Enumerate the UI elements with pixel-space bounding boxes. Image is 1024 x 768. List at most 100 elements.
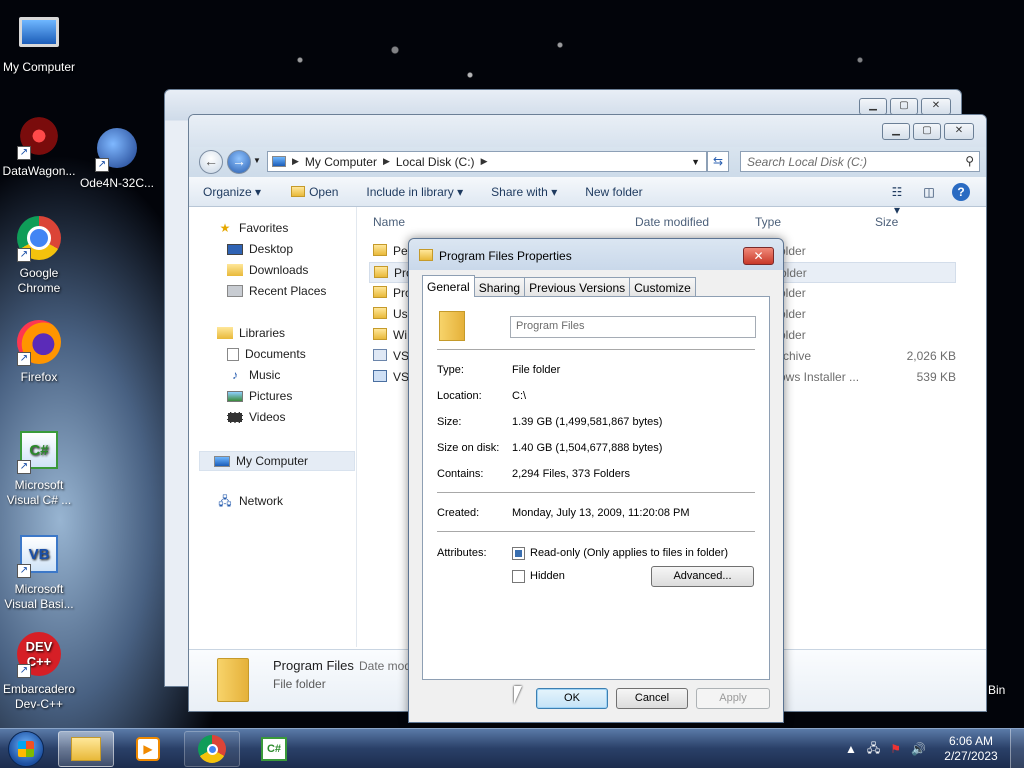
desktop-icon-label: DataWagon... [2, 164, 76, 178]
preview-pane-icon[interactable]: ◫ [920, 183, 938, 201]
type-label: Type: [437, 364, 464, 376]
new-folder-button[interactable]: New folder [585, 185, 642, 199]
close-button[interactable]: ✕ [944, 123, 974, 140]
desktop-icon-datawagon[interactable]: ↗ DataWagon... [0, 112, 78, 179]
cancel-button[interactable]: Cancel [616, 688, 688, 709]
nav-favorites[interactable]: ★ Favorites [217, 221, 289, 235]
tab-general[interactable]: General [422, 275, 475, 297]
desktop-icon-ode[interactable]: ↗ Ode4N-32C... [78, 124, 156, 191]
desktop-icon-visual-basic[interactable]: VB ↗ Microsoft Visual Basi... [0, 530, 78, 612]
readonly-checkbox[interactable] [512, 547, 525, 560]
clock[interactable]: 6:06 AM 2/27/2023 [936, 734, 1006, 764]
computer-icon [214, 455, 230, 467]
minimize-button[interactable]: ▁ [882, 123, 910, 140]
refresh-button[interactable]: ⇆ [707, 151, 729, 172]
desktop-icon-label: Ode4N-32C... [79, 176, 155, 190]
organize-button[interactable]: Organize ▾ [203, 185, 261, 199]
taskbar-chrome[interactable] [184, 731, 240, 767]
size-label: Size: [437, 416, 462, 428]
open-button[interactable]: Open [291, 185, 338, 199]
nav-music[interactable]: ♪ Music [227, 368, 280, 382]
forward-arrow-icon: → [232, 153, 246, 169]
maximize-button[interactable]: ▢ [890, 98, 918, 115]
properties-dialog[interactable]: Program Files Properties ✕ General Shari… [408, 238, 784, 723]
hidden-label[interactable]: Hidden [530, 570, 565, 582]
dialog-close-button[interactable]: ✕ [743, 247, 774, 265]
search-icon: ⚲ [965, 154, 974, 168]
explorer-title-bar[interactable]: ▁ ▢ ✕ [189, 115, 986, 147]
include-in-library-button[interactable]: Include in library ▾ [366, 185, 463, 199]
desktop-icon-firefox[interactable]: ↗ Firefox [0, 318, 78, 385]
nav-downloads[interactable]: Downloads [227, 263, 308, 277]
search-placeholder: Search Local Disk (C:) [747, 155, 868, 169]
attributes-label: Attributes: [437, 547, 487, 559]
volume-icon[interactable]: 🔊 [911, 742, 926, 756]
general-tab-panel: Program Files Type: File folder Location… [422, 296, 770, 680]
network-status-icon[interactable]: 🖧 [867, 739, 880, 760]
chrome-icon: ↗ [15, 214, 63, 262]
desktop-icon-devcpp[interactable]: DEV C++ ↗ Embarcadero Dev-C++ [0, 630, 78, 712]
taskbar-visual-csharp[interactable]: C# [246, 731, 302, 767]
tab-previous-versions[interactable]: Previous Versions [524, 277, 631, 297]
desktop-icon-label: Google Chrome [17, 266, 61, 295]
show-desktop-button[interactable] [1010, 729, 1024, 768]
separator [437, 531, 755, 532]
folder-open-icon [291, 185, 306, 197]
nav-pictures[interactable]: Pictures [227, 389, 292, 403]
archive-file-icon [373, 349, 387, 361]
column-header-date-modified[interactable]: Date modified [635, 215, 709, 229]
pictures-icon [227, 390, 243, 402]
desktop-icon-visual-csharp[interactable]: C# ↗ Microsoft Visual C# ... [0, 426, 78, 508]
details-type: File folder [273, 677, 326, 691]
back-button[interactable]: ← [199, 150, 223, 174]
view-options-icon[interactable]: ☷ ▾ [888, 183, 906, 217]
tab-sharing[interactable]: Sharing [473, 277, 526, 297]
minimize-button[interactable]: ▁ [859, 98, 887, 115]
type-value: File folder [512, 364, 561, 376]
taskbar-media-player[interactable]: ▶ [120, 731, 176, 767]
tab-customize[interactable]: Customize [629, 277, 696, 297]
desktop-icon-label: Microsoft Visual Basi... [4, 582, 74, 611]
breadcrumb-my-computer[interactable]: My Computer [305, 155, 377, 169]
devcpp-icon: DEV C++ ↗ [15, 630, 63, 678]
address-row: ← → ▼ ▶ My Computer ▶ Local Disk (C:) ▶ … [189, 147, 986, 177]
recent-pages-chevron-icon[interactable]: ▼ [253, 156, 261, 165]
column-header-size[interactable]: Size [875, 215, 898, 229]
desktop-icon-chrome[interactable]: ↗ Google Chrome [0, 214, 78, 296]
desktop-icon-label: My Computer [2, 60, 76, 74]
nav-desktop[interactable]: Desktop [227, 242, 293, 256]
nav-recent-places[interactable]: Recent Places [227, 284, 326, 298]
start-button[interactable] [8, 731, 44, 767]
taskbar-explorer[interactable] [58, 731, 114, 767]
address-dropdown-icon[interactable]: ▼ [691, 157, 700, 167]
dialog-title-bar[interactable]: Program Files Properties ✕ [409, 239, 783, 270]
details-name: Program Files [273, 658, 354, 673]
search-input[interactable]: Search Local Disk (C:) ⚲ [740, 151, 980, 172]
nav-libraries[interactable]: Libraries [217, 326, 285, 340]
firefox-icon: ↗ [15, 318, 63, 366]
desktop-icon-my-computer[interactable]: My Computer [0, 8, 78, 75]
nav-videos[interactable]: Videos [227, 410, 285, 424]
close-button[interactable]: ✕ [921, 98, 951, 115]
action-center-flag-icon[interactable]: ⚑ [890, 742, 901, 756]
nav-my-computer[interactable]: My Computer [199, 451, 355, 471]
forward-button[interactable]: → [227, 150, 251, 174]
share-with-button[interactable]: Share with ▾ [491, 185, 557, 199]
show-hidden-icons-icon[interactable]: ▲ [845, 742, 857, 756]
apply-button[interactable]: Apply [696, 688, 770, 709]
ok-button[interactable]: OK [536, 688, 608, 709]
nav-network[interactable]: 🖧 Network [217, 494, 283, 508]
column-header-type[interactable]: Type [755, 215, 781, 229]
breadcrumb-local-disk[interactable]: Local Disk (C:) [396, 155, 475, 169]
help-icon[interactable]: ? [952, 183, 970, 201]
nav-documents[interactable]: Documents [227, 347, 306, 361]
advanced-button[interactable]: Advanced... [651, 566, 754, 587]
music-note-icon: ♪ [232, 368, 238, 382]
address-bar[interactable]: ▶ My Computer ▶ Local Disk (C:) ▶ ▼ [267, 151, 707, 172]
folder-name-field[interactable]: Program Files [510, 316, 756, 338]
readonly-label[interactable]: Read-only (Only applies to files in fold… [530, 547, 728, 559]
hidden-checkbox[interactable] [512, 570, 525, 583]
recycle-bin-label[interactable]: Bin [988, 683, 1005, 697]
maximize-button[interactable]: ▢ [913, 123, 941, 140]
column-header-name[interactable]: Name [373, 215, 405, 229]
